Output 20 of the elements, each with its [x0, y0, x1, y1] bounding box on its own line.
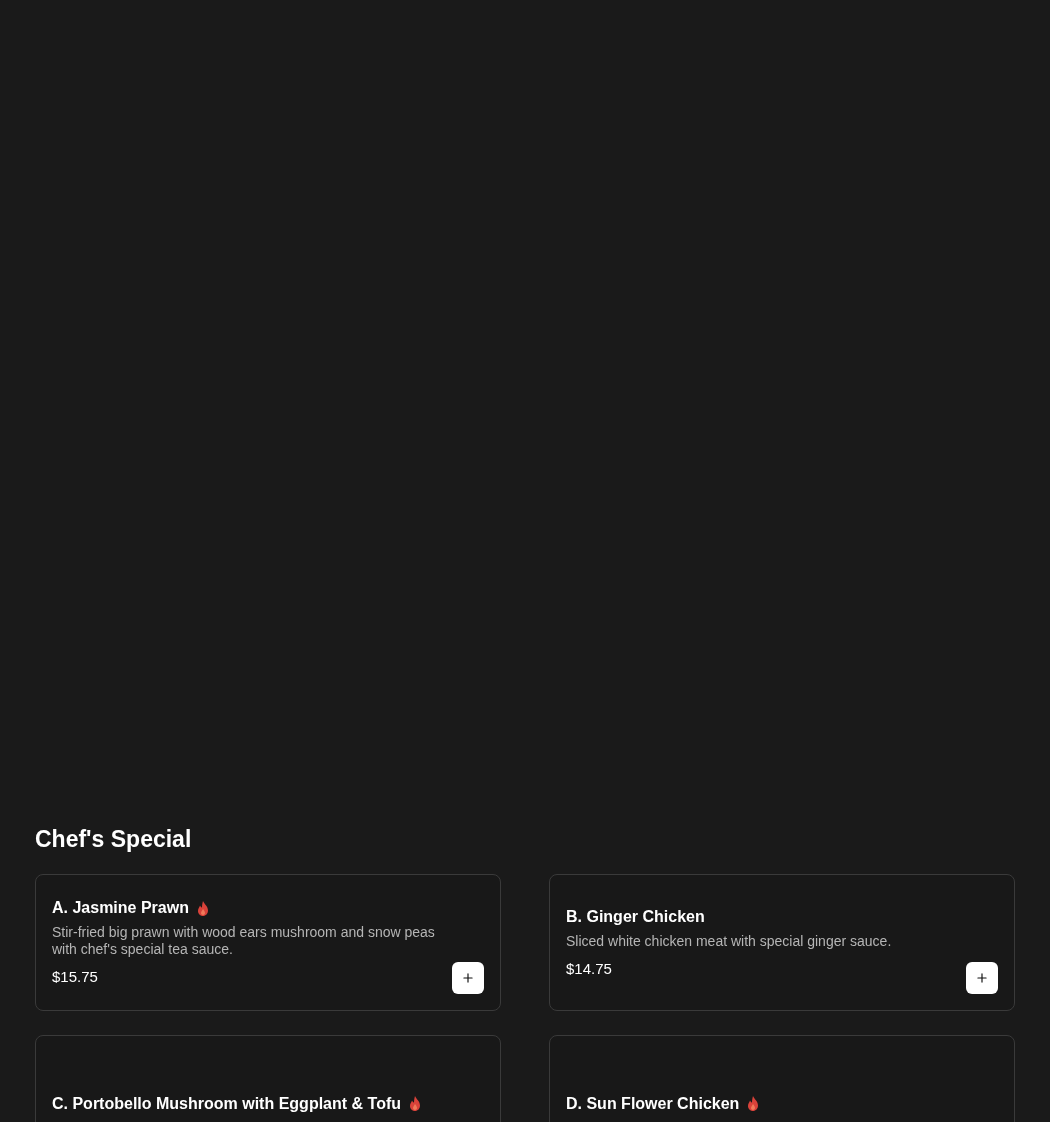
- item-description: Stir-fried big prawn with wood ears mushroom and snow peas with chef's special tea sauce.: [52, 924, 436, 959]
- item-description: Sliced white chicken meat with special ginger sauce.: [566, 932, 893, 950]
- add-button[interactable]: [966, 962, 998, 994]
- item-price: $15.75: [52, 967, 98, 988]
- plus-icon: [975, 971, 989, 985]
- flame-icon: [747, 1096, 760, 1111]
- section-title: Chef's Special: [35, 824, 193, 854]
- item-name: B. Ginger Chicken: [566, 906, 705, 927]
- item-name: C. Portobello Mushroom with Eggplant & Tofu: [52, 1093, 401, 1114]
- flame-icon: [409, 1096, 421, 1111]
- menu-item-card[interactable]: B. Ginger Chicken Sliced white chicken meat with special ginger sauce. $14.75: [549, 874, 1015, 1011]
- plus-icon: [461, 971, 475, 985]
- add-button[interactable]: [452, 962, 484, 994]
- flame-icon: [196, 900, 209, 916]
- menu-item-card[interactable]: A. Jasmine Prawn Stir-fried big prawn with wood ears mushroom and snow peas with chef's special tea sauce. $15.75: [35, 874, 501, 1011]
- item-name: A. Jasmine Prawn: [52, 898, 189, 919]
- menu-item-card[interactable]: C. Portobello Mushroom with Eggplant & Tofu: [35, 1035, 501, 1122]
- item-price: $14.75: [566, 958, 612, 979]
- item-name: D. Sun Flower Chicken: [566, 1093, 740, 1114]
- menu-item-card[interactable]: D. Sun Flower Chicken: [549, 1035, 1015, 1122]
